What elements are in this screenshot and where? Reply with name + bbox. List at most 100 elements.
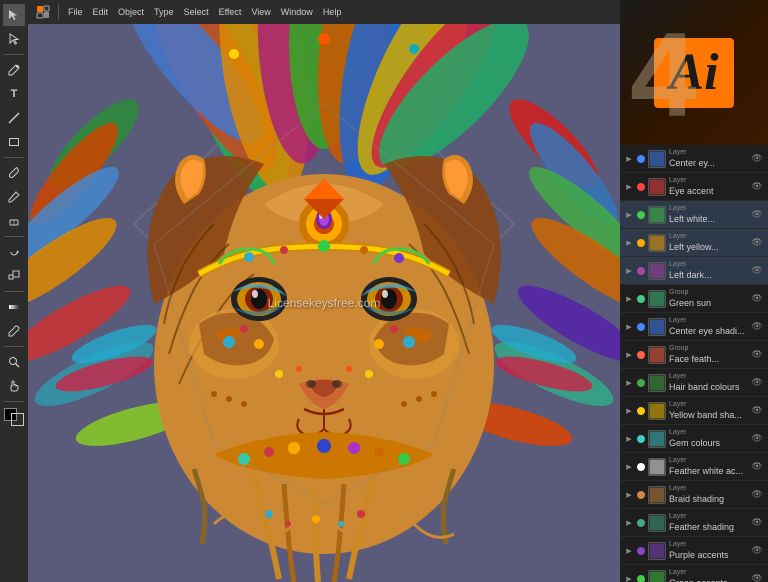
layer-expand-arrow[interactable]: ▶ bbox=[624, 350, 634, 360]
pen-tool[interactable] bbox=[3, 59, 25, 81]
layer-item[interactable]: ▶LayerPurple accents👁 bbox=[620, 537, 768, 565]
layer-expand-arrow[interactable]: ▶ bbox=[624, 546, 634, 556]
artwork-container[interactable]: Licensekeysfree.com bbox=[28, 24, 620, 582]
layer-color-dot bbox=[637, 491, 645, 499]
layer-name: Left yellow... bbox=[669, 242, 750, 252]
layer-expand-arrow[interactable]: ▶ bbox=[624, 378, 634, 388]
layer-expand-arrow[interactable]: ▶ bbox=[624, 462, 634, 472]
layer-item[interactable]: ▶GroupFace feath...👁 bbox=[620, 341, 768, 369]
layers-panel[interactable]: ▶LayerCenter ey...👁▶LayerEye accent👁▶Lay… bbox=[620, 145, 768, 582]
layer-expand-arrow[interactable]: ▶ bbox=[624, 574, 634, 582]
layer-item[interactable]: ▶ LayerEye accent👁 bbox=[620, 173, 768, 201]
rect-tool[interactable] bbox=[3, 131, 25, 153]
type-menu[interactable]: Type bbox=[151, 3, 177, 21]
effect-menu[interactable]: Effect bbox=[216, 3, 245, 21]
rotate-tool[interactable] bbox=[3, 241, 25, 263]
layer-visibility-toggle[interactable]: 👁 bbox=[750, 180, 764, 194]
layer-color-dot bbox=[637, 183, 645, 191]
view-menu[interactable]: View bbox=[248, 3, 273, 21]
layer-thumbnail bbox=[648, 486, 666, 504]
layer-visibility-toggle[interactable]: 👁 bbox=[750, 152, 764, 166]
direct-select-tool[interactable] bbox=[3, 28, 25, 50]
layer-expand-arrow[interactable]: ▶ bbox=[624, 294, 634, 304]
layer-item[interactable]: ▶LayerBraid shading👁 bbox=[620, 481, 768, 509]
layer-info: LayerYellow band sha... bbox=[669, 401, 750, 419]
select-menu[interactable]: Select bbox=[181, 3, 212, 21]
layer-expand-arrow[interactable]: ▶ bbox=[624, 406, 634, 416]
menu-illustrator[interactable] bbox=[34, 3, 52, 21]
layer-item[interactable]: ▶ LayerYellow band sha...👁 bbox=[620, 397, 768, 425]
layer-visibility-toggle[interactable]: 👁 bbox=[750, 236, 764, 250]
paintbrush-tool[interactable] bbox=[3, 162, 25, 184]
zoom-tool[interactable] bbox=[3, 351, 25, 373]
object-menu[interactable]: Object bbox=[115, 3, 147, 21]
eraser-tool[interactable] bbox=[3, 210, 25, 232]
layer-visibility-toggle[interactable]: 👁 bbox=[750, 488, 764, 502]
layer-item[interactable]: ▶LayerLeft yellow...👁 bbox=[620, 229, 768, 257]
layer-item[interactable]: ▶LayerFeather white ac...👁 bbox=[620, 453, 768, 481]
layer-expand-arrow[interactable]: ▶ bbox=[624, 154, 634, 164]
layer-visibility-toggle[interactable]: 👁 bbox=[750, 404, 764, 418]
layer-type: Layer bbox=[669, 149, 750, 157]
layer-item[interactable]: ▶LayerFeather shading👁 bbox=[620, 509, 768, 537]
layer-visibility-toggle[interactable]: 👁 bbox=[750, 264, 764, 278]
layer-visibility-toggle[interactable]: 👁 bbox=[750, 292, 764, 306]
layer-color-dot bbox=[637, 435, 645, 443]
scale-tool[interactable] bbox=[3, 265, 25, 287]
layer-name: Hair band colours bbox=[669, 382, 750, 392]
gradient-tool[interactable] bbox=[3, 296, 25, 318]
separator bbox=[4, 291, 24, 292]
layer-visibility-toggle[interactable]: 👁 bbox=[750, 432, 764, 446]
layer-visibility-toggle[interactable]: 👁 bbox=[750, 460, 764, 474]
layer-expand-arrow[interactable]: ▶ bbox=[624, 238, 634, 248]
layer-name: Center ey... bbox=[669, 158, 750, 168]
layer-visibility-toggle[interactable]: 👁 bbox=[750, 208, 764, 222]
layer-expand-arrow[interactable]: ▶ bbox=[624, 210, 634, 220]
fill-stroke-indicator[interactable] bbox=[4, 408, 24, 426]
layer-item[interactable]: ▶LayerHair band colours👁 bbox=[620, 369, 768, 397]
layer-item[interactable]: ▶LayerLeft white...👁 bbox=[620, 201, 768, 229]
layer-color-dot bbox=[637, 323, 645, 331]
select-tool[interactable] bbox=[3, 4, 25, 26]
layer-item[interactable]: ▶LayerCenter eye shadi...👁 bbox=[620, 313, 768, 341]
layer-visibility-toggle[interactable]: 👁 bbox=[750, 320, 764, 334]
layer-expand-arrow[interactable]: ▶ bbox=[624, 490, 634, 500]
layer-visibility-toggle[interactable]: 👁 bbox=[750, 544, 764, 558]
separator bbox=[4, 236, 24, 237]
layer-visibility-toggle[interactable]: 👁 bbox=[750, 572, 764, 582]
layer-type: Group bbox=[669, 345, 750, 353]
stroke-color[interactable] bbox=[11, 413, 24, 426]
layer-expand-arrow[interactable]: ▶ bbox=[624, 518, 634, 528]
layer-expand-arrow[interactable]: ▶ bbox=[624, 434, 634, 444]
layer-thumbnail bbox=[648, 570, 666, 582]
edit-menu[interactable]: Edit bbox=[90, 3, 112, 21]
left-toolbar: T bbox=[0, 0, 28, 582]
sep bbox=[58, 4, 59, 20]
layer-item[interactable]: ▶LayerLeft dark...👁 bbox=[620, 257, 768, 285]
file-menu[interactable]: File bbox=[65, 3, 86, 21]
eyedropper-tool[interactable] bbox=[3, 320, 25, 342]
layer-visibility-toggle[interactable]: 👁 bbox=[750, 348, 764, 362]
eye-icon: 👁 bbox=[751, 153, 762, 164]
line-tool[interactable] bbox=[3, 107, 25, 129]
layer-info: LayerEye accent bbox=[669, 177, 750, 195]
layer-item[interactable]: ▶LayerGreen accents👁 bbox=[620, 565, 768, 582]
pencil-tool[interactable] bbox=[3, 186, 25, 208]
layer-item[interactable]: ▶GroupGreen sun👁 bbox=[620, 285, 768, 313]
layer-thumbnail bbox=[648, 234, 666, 252]
layer-expand-arrow[interactable]: ▶ bbox=[624, 266, 634, 276]
layer-info: LayerCenter ey... bbox=[669, 149, 750, 167]
layer-visibility-toggle[interactable]: 👁 bbox=[750, 516, 764, 530]
layer-expand-arrow[interactable]: ▶ bbox=[624, 182, 634, 192]
layer-expand-arrow[interactable]: ▶ bbox=[624, 322, 634, 332]
type-tool[interactable]: T bbox=[3, 83, 25, 105]
layer-visibility-toggle[interactable]: 👁 bbox=[750, 376, 764, 390]
window-menu[interactable]: Window bbox=[278, 3, 316, 21]
layer-item[interactable]: ▶ LayerCenter ey...👁 bbox=[620, 145, 768, 173]
eye-icon: 👁 bbox=[751, 433, 762, 444]
hand-tool[interactable] bbox=[3, 375, 25, 397]
help-menu[interactable]: Help bbox=[320, 3, 345, 21]
right-panel: Ai 4 ▶LayerCenter ey...👁▶LayerEye accent… bbox=[620, 0, 768, 582]
layer-type: Layer bbox=[669, 205, 750, 213]
layer-item[interactable]: ▶LayerGem colours👁 bbox=[620, 425, 768, 453]
